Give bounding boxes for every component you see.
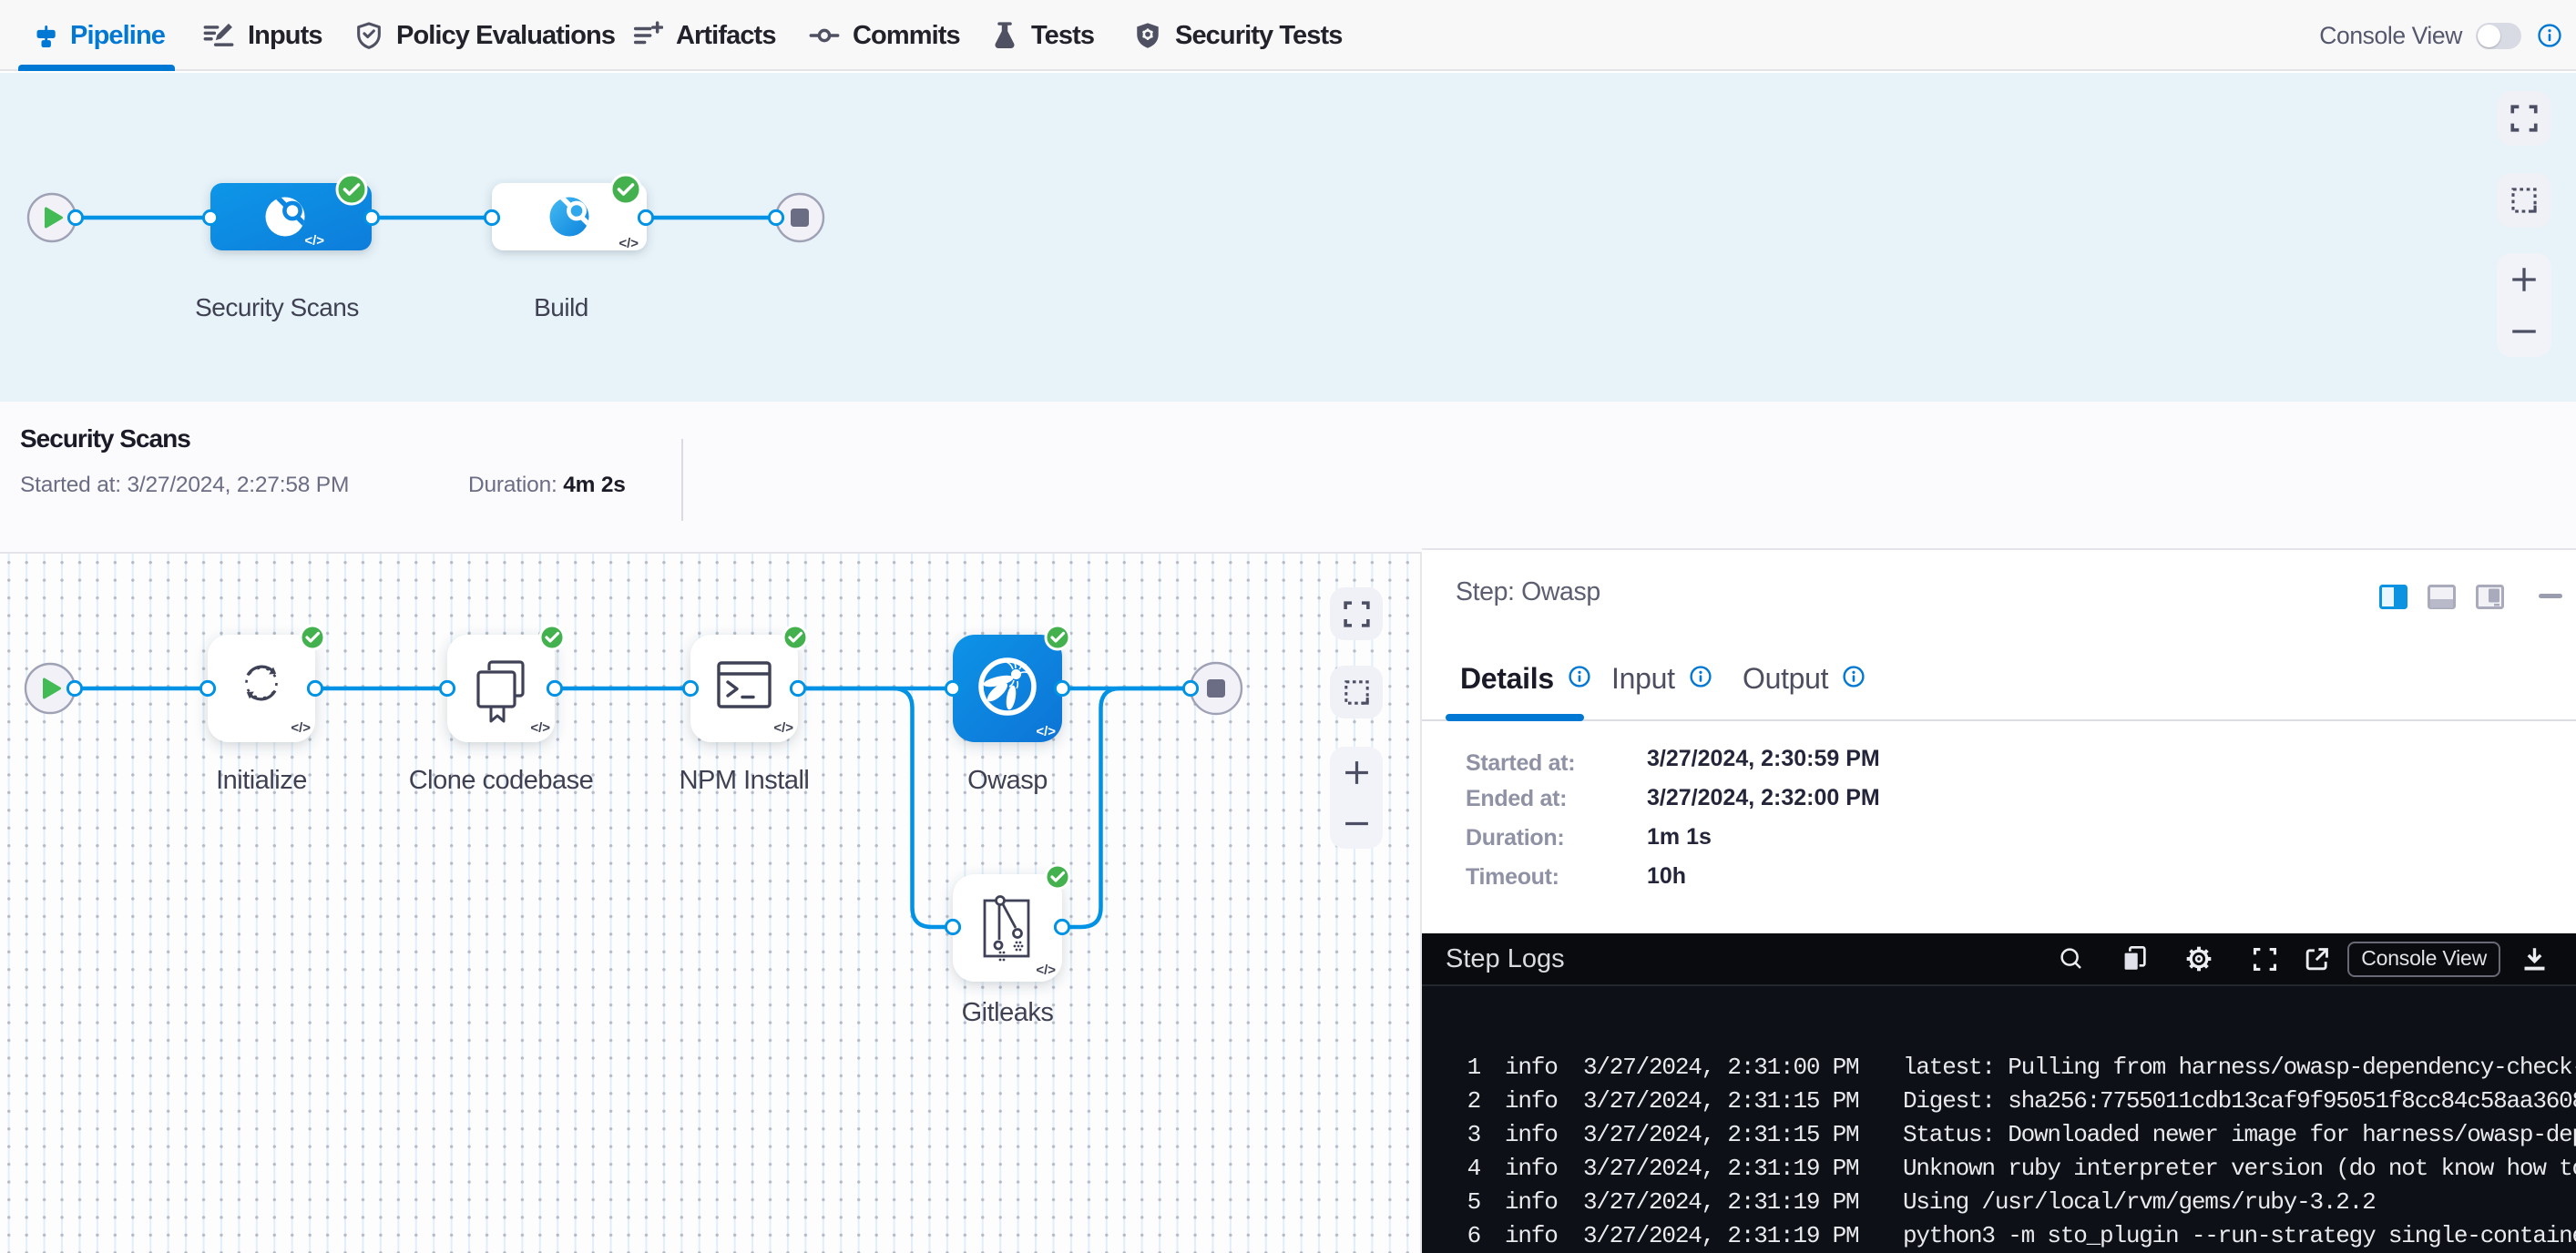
svg-text:Clone codebase: Clone codebase bbox=[409, 766, 594, 795]
svg-text:</>: </> bbox=[304, 233, 324, 249]
svg-text:Initialize: Initialize bbox=[216, 766, 307, 795]
svg-text:Build: Build bbox=[534, 293, 588, 321]
svg-text:</>: </> bbox=[1036, 963, 1056, 978]
svg-text:Gitleaks: Gitleaks bbox=[962, 998, 1054, 1027]
svg-text:</>: </> bbox=[530, 720, 550, 736]
svg-text:Security Scans: Security Scans bbox=[195, 293, 359, 321]
svg-text:</>: </> bbox=[291, 720, 311, 736]
svg-text:</>: </> bbox=[618, 236, 639, 251]
svg-text:</>: </> bbox=[1036, 724, 1056, 739]
svg-text:Owasp: Owasp bbox=[967, 766, 1048, 795]
svg-text:</>: </> bbox=[773, 720, 793, 736]
svg-text:NPM Install: NPM Install bbox=[680, 766, 810, 795]
